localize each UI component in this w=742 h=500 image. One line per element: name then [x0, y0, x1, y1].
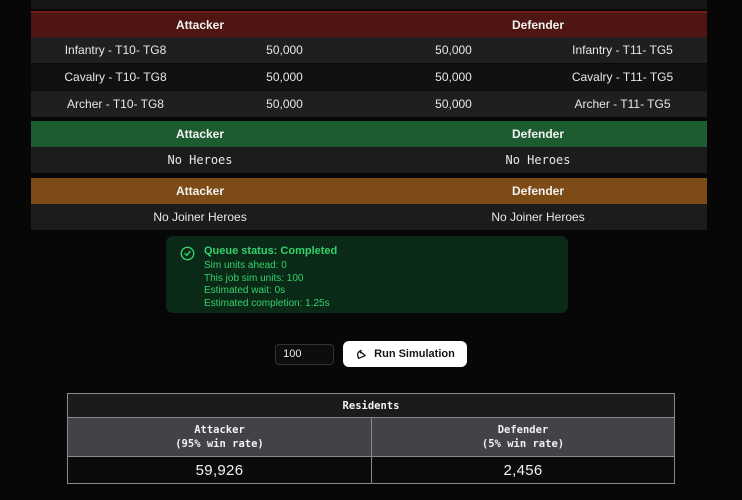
- attacker-troop-label: Cavalry - T10- TG8: [31, 70, 200, 84]
- defender-troop-count: 50,000: [369, 43, 538, 57]
- attacker-heroes-value: No Heroes: [31, 153, 369, 167]
- joiners-defender-header: Defender: [369, 184, 707, 198]
- defender-troop-count: 50,000: [369, 97, 538, 111]
- sim-units-ahead: Sim units ahead: 0: [204, 260, 337, 273]
- troops-header-row: Attacker Defender: [31, 11, 707, 37]
- table-row: Cavalry - T10- TG8 50,000 50,000 Cavalry…: [31, 64, 707, 91]
- queue-status-text: Queue status: Completed: [204, 245, 337, 257]
- heroes-defender-header: Defender: [369, 127, 707, 141]
- simulation-controls: Run Simulation: [0, 341, 742, 367]
- attacker-joiner-heroes-value: No Joiner Heroes: [31, 210, 369, 224]
- attacker-troop-count: 50,000: [200, 97, 369, 111]
- defender-troop-label: Infantry - T11- TG5: [538, 43, 707, 57]
- attacker-troop-count: 50,000: [200, 43, 369, 57]
- table-row: Infantry - T10- TG8 50,000 50,000 Infant…: [31, 37, 707, 64]
- queue-status-lines: Queue status: Completed Sim units ahead:…: [204, 245, 337, 305]
- results-values-row: 59,926 2,456: [68, 457, 674, 483]
- defender-troop-label: Cavalry - T11- TG5: [538, 70, 707, 84]
- results-subheader-row: Attacker (95% win rate) Defender (5% win…: [68, 418, 674, 457]
- battle-simulator-page: Attacker Defender Infantry - T10- TG8 50…: [0, 0, 742, 500]
- defender-troop-label: Archer - T11- TG5: [538, 97, 707, 111]
- defender-troop-count: 50,000: [369, 70, 538, 84]
- attacker-troop-label: Archer - T10- TG8: [31, 97, 200, 111]
- check-circle-icon: [180, 245, 195, 305]
- attacker-troop-label: Infantry - T10- TG8: [31, 43, 200, 57]
- heroes-header-row: Attacker Defender: [31, 121, 707, 147]
- run-button-label: Run Simulation: [374, 348, 455, 360]
- queue-status-panel: Queue status: Completed Sim units ahead:…: [166, 236, 568, 313]
- clipped-row-above: [31, 0, 707, 10]
- heroes-attacker-header: Attacker: [31, 127, 369, 141]
- defender-win-rate: (5% win rate): [482, 437, 564, 451]
- heroes-table: Attacker Defender No Heroes No Heroes: [31, 121, 707, 173]
- job-sim-units: This job sim units: 100: [204, 273, 337, 286]
- run-icon: [355, 348, 368, 361]
- troops-table: Attacker Defender Infantry - T10- TG8 50…: [31, 11, 707, 118]
- estimated-wait: Estimated wait: 0s: [204, 285, 337, 298]
- attacker-win-rate: (95% win rate): [175, 437, 264, 451]
- attacker-result-header: Attacker (95% win rate): [68, 418, 371, 456]
- attacker-residents-value: 59,926: [68, 457, 371, 483]
- attacker-result-label: Attacker: [194, 423, 245, 437]
- results-title: Residents: [68, 394, 674, 418]
- estimated-completion: Estimated completion: 1.25s: [204, 298, 337, 311]
- joiners-attacker-header: Attacker: [31, 184, 369, 198]
- attacker-troop-count: 50,000: [200, 70, 369, 84]
- sim-units-input[interactable]: [275, 344, 334, 365]
- defender-result-label: Defender: [498, 423, 549, 437]
- defender-residents-value: 2,456: [371, 457, 674, 483]
- defender-joiner-heroes-value: No Joiner Heroes: [369, 210, 707, 224]
- troops-defender-header: Defender: [369, 18, 707, 32]
- defender-result-header: Defender (5% win rate): [371, 418, 674, 456]
- defender-heroes-value: No Heroes: [369, 153, 707, 167]
- table-row: No Heroes No Heroes: [31, 147, 707, 173]
- joiners-header-row: Attacker Defender: [31, 178, 707, 204]
- results-table: Residents Attacker (95% win rate) Defend…: [67, 393, 675, 484]
- run-simulation-button[interactable]: Run Simulation: [343, 341, 467, 367]
- table-row: Archer - T10- TG8 50,000 50,000 Archer -…: [31, 91, 707, 118]
- table-row: No Joiner Heroes No Joiner Heroes: [31, 204, 707, 230]
- joiner-heroes-table: Attacker Defender No Joiner Heroes No Jo…: [31, 178, 707, 230]
- troops-attacker-header: Attacker: [31, 18, 369, 32]
